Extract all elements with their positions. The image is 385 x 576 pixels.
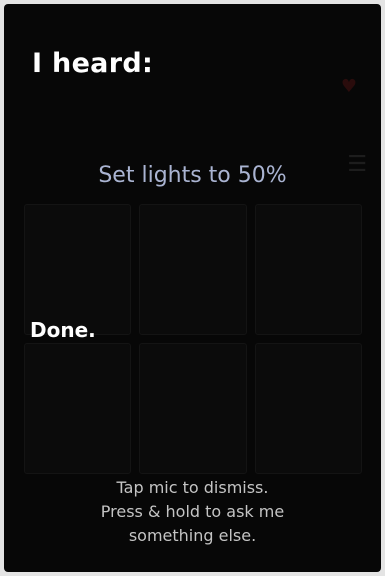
heard-heading: I heard: [32, 48, 154, 79]
dimmed-tile [254, 204, 362, 335]
instruction-line: something else. [128, 526, 257, 545]
voice-assistant-screen: ♥ ☰ I heard: Set lights to 50% Done. Tap… [4, 4, 381, 572]
dimmed-tile [24, 343, 132, 474]
instruction-line: Tap mic to dismiss. [116, 478, 269, 497]
status-bar [4, 4, 381, 38]
heart-icon: ♥ [340, 76, 357, 97]
dimmed-tile [24, 204, 132, 335]
instruction-line: Press & hold to ask me [100, 502, 285, 521]
command-status: Done. [30, 318, 96, 342]
dimmed-tile [139, 343, 247, 474]
dimmed-tile [139, 204, 247, 335]
dismiss-instructions: Tap mic to dismiss. Press & hold to ask … [4, 476, 381, 548]
recognized-command: Set lights to 50% [98, 163, 287, 188]
dimmed-tile [254, 343, 362, 474]
